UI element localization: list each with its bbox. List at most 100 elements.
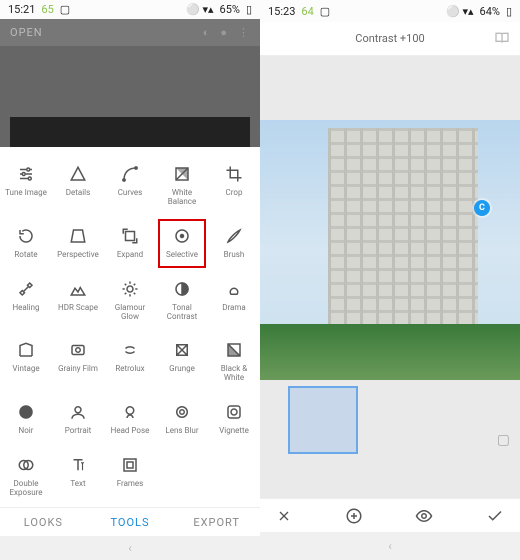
tool-lensblur[interactable]: Lens Blur xyxy=(156,393,208,446)
android-navbar: ‹ xyxy=(260,532,520,560)
tool-frames[interactable]: Frames xyxy=(104,446,156,508)
bottom-tabs: LOOKS TOOLS EXPORT xyxy=(0,507,260,536)
tool-label: Text xyxy=(70,480,85,489)
compare-thumbnail[interactable] xyxy=(288,386,358,454)
battery: 65% xyxy=(220,3,240,16)
tool-wb[interactable]: White Balance xyxy=(156,155,208,217)
wifi-icon: ⚪ ▾▴ xyxy=(446,5,473,18)
glow-icon xyxy=(119,278,141,300)
tonal-icon xyxy=(171,278,193,300)
dblexp-icon xyxy=(15,454,37,476)
tool-brush[interactable]: Brush xyxy=(208,217,260,270)
tool-label: Tonal Contrast xyxy=(158,304,206,322)
vignette-icon xyxy=(223,401,245,423)
headpose-icon xyxy=(119,401,141,423)
tool-glow[interactable]: Glamour Glow xyxy=(104,270,156,332)
screen-left-tools: 15:21 65 ▢ ⚪ ▾▴ 65% ▯ OPEN ◐ ● ⋮ Tune Im… xyxy=(0,0,260,560)
cast-icon[interactable]: ◐ xyxy=(203,26,211,39)
brush-icon xyxy=(223,225,245,247)
frames-icon xyxy=(119,454,141,476)
tool-grainy[interactable]: Grainy Film xyxy=(52,331,104,393)
noir-icon xyxy=(15,401,37,423)
tab-export[interactable]: EXPORT xyxy=(173,508,260,536)
tab-looks[interactable]: LOOKS xyxy=(0,508,87,536)
apply-button[interactable] xyxy=(486,507,504,525)
tab-tools[interactable]: TOOLS xyxy=(87,508,174,536)
hdr-icon xyxy=(67,278,89,300)
tool-healing[interactable]: Healing xyxy=(0,270,52,332)
screen-right-edit: 15:23 64 ▢ ⚪ ▾▴ 64% ▯ Contrast +100 C ▢ xyxy=(260,0,520,560)
tool-selective[interactable]: Selective xyxy=(156,217,208,270)
tutorial-icon[interactable] xyxy=(494,30,510,46)
statusbar-right: 15:23 64 ▢ ⚪ ▾▴ 64% ▯ xyxy=(260,0,520,22)
cancel-button[interactable] xyxy=(276,508,292,524)
info-icon[interactable]: ● xyxy=(220,26,228,39)
edit-header: Contrast +100 xyxy=(260,22,520,56)
battery: 64% xyxy=(480,5,500,18)
temp: 65 xyxy=(41,3,53,16)
tool-text[interactable]: Text xyxy=(52,446,104,508)
selective-icon xyxy=(171,225,193,247)
tool-rotate[interactable]: Rotate xyxy=(0,217,52,270)
wifi-icon: ⚪ ▾▴ xyxy=(186,3,213,16)
appbar: OPEN ◐ ● ⋮ xyxy=(0,19,260,46)
image-area[interactable]: C ▢ xyxy=(260,56,520,498)
tool-label: Details xyxy=(66,189,90,198)
tool-bw[interactable]: Black & White xyxy=(208,331,260,393)
crop-icon xyxy=(223,163,245,185)
tool-label: Expand xyxy=(117,251,143,260)
tool-label: Noir xyxy=(19,427,34,436)
tool-label: White Balance xyxy=(158,189,206,207)
edit-bottombar xyxy=(260,498,520,532)
visibility-button[interactable] xyxy=(415,507,433,525)
tool-persp[interactable]: Perspective xyxy=(52,217,104,270)
tool-details[interactable]: Details xyxy=(52,155,104,217)
image-preview-dimmed xyxy=(0,46,260,148)
icons: ▢ xyxy=(60,3,70,16)
tool-retrolux[interactable]: Retrolux xyxy=(104,331,156,393)
tune-icon xyxy=(15,163,37,185)
tool-portrait[interactable]: Portrait xyxy=(52,393,104,446)
lensblur-icon xyxy=(171,401,193,423)
tool-vignette[interactable]: Vignette xyxy=(208,393,260,446)
time: 15:23 xyxy=(268,5,295,18)
persp-icon xyxy=(67,225,89,247)
more-icon[interactable]: ⋮ xyxy=(238,26,250,39)
tool-vintage[interactable]: Vintage xyxy=(0,331,52,393)
time: 15:21 xyxy=(8,3,35,16)
tool-tonal[interactable]: Tonal Contrast xyxy=(156,270,208,332)
tool-curves[interactable]: Curves xyxy=(104,155,156,217)
tool-headpose[interactable]: Head Pose xyxy=(104,393,156,446)
add-point-button[interactable] xyxy=(345,507,363,525)
details-icon xyxy=(67,163,89,185)
tool-label: Double Exposure xyxy=(2,480,50,498)
expand-icon xyxy=(119,225,141,247)
tool-label: Lens Blur xyxy=(165,427,198,436)
tool-crop[interactable]: Crop xyxy=(208,155,260,217)
selective-point[interactable]: C xyxy=(474,200,490,216)
battery-icon: ▯ xyxy=(246,3,252,16)
tool-grunge[interactable]: Grunge xyxy=(156,331,208,393)
portrait-icon xyxy=(67,401,89,423)
tool-label: Tune Image xyxy=(5,189,47,198)
tool-noir[interactable]: Noir xyxy=(0,393,52,446)
tool-label: Perspective xyxy=(57,251,99,260)
tool-tune[interactable]: Tune Image xyxy=(0,155,52,217)
open-button[interactable]: OPEN xyxy=(10,26,43,39)
temp: 64 xyxy=(301,5,313,18)
tool-dblexp[interactable]: Double Exposure xyxy=(0,446,52,508)
tool-drama[interactable]: Drama xyxy=(208,270,260,332)
tool-label: HDR Scape xyxy=(58,304,98,313)
tool-label: Grainy Film xyxy=(58,365,98,374)
tool-hdr[interactable]: HDR Scape xyxy=(52,270,104,332)
healing-icon xyxy=(15,278,37,300)
bookmark-icon[interactable]: ▢ xyxy=(497,432,510,448)
grainy-icon xyxy=(67,339,89,361)
tool-label: Drama xyxy=(222,304,246,313)
tool-label: Curves xyxy=(118,189,143,198)
bw-icon xyxy=(223,339,245,361)
battery-icon: ▯ xyxy=(506,5,512,18)
curves-icon xyxy=(119,163,141,185)
tool-label: Selective xyxy=(166,251,198,260)
tool-expand[interactable]: Expand xyxy=(104,217,156,270)
